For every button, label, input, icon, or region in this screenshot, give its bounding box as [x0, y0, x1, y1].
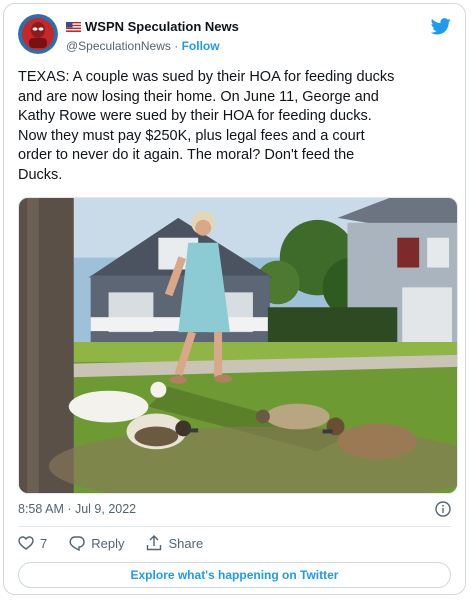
- twitter-bird-icon[interactable]: [431, 18, 451, 35]
- explore-twitter-button[interactable]: Explore what's happening on Twitter: [18, 562, 451, 588]
- tweet-photo[interactable]: [18, 197, 458, 494]
- handle-separator: ·: [174, 39, 179, 53]
- tweet-timestamp[interactable]: 8:58 AM · Jul 9, 2022: [18, 502, 136, 516]
- reply-label: Reply: [91, 535, 125, 551]
- handle-line: @SpeculationNews · Follow: [66, 39, 220, 53]
- info-icon[interactable]: [435, 501, 451, 517]
- us-flag-icon: [66, 21, 81, 32]
- author-name[interactable]: WSPN Speculation News: [85, 19, 239, 34]
- action-bar: 7 Reply Share: [18, 535, 225, 551]
- share-icon: [147, 535, 162, 551]
- follow-link[interactable]: Follow: [182, 39, 220, 53]
- author-handle[interactable]: @SpeculationNews: [66, 39, 171, 53]
- like-count: 7: [40, 535, 48, 551]
- tweet-text: TEXAS: A couple was sued by their HOA fo…: [18, 69, 395, 183]
- reply-icon: [69, 536, 85, 551]
- author-name-row[interactable]: WSPN Speculation News: [66, 19, 239, 34]
- divider: [18, 526, 451, 527]
- reply-button[interactable]: Reply: [69, 535, 124, 551]
- share-button[interactable]: Share: [146, 535, 203, 551]
- heart-icon: [18, 536, 34, 550]
- like-button[interactable]: 7: [18, 535, 47, 551]
- tweet-card: WSPN Speculation News @SpeculationNews ·…: [3, 3, 466, 595]
- avatar[interactable]: [18, 14, 58, 54]
- share-label: Share: [168, 535, 204, 551]
